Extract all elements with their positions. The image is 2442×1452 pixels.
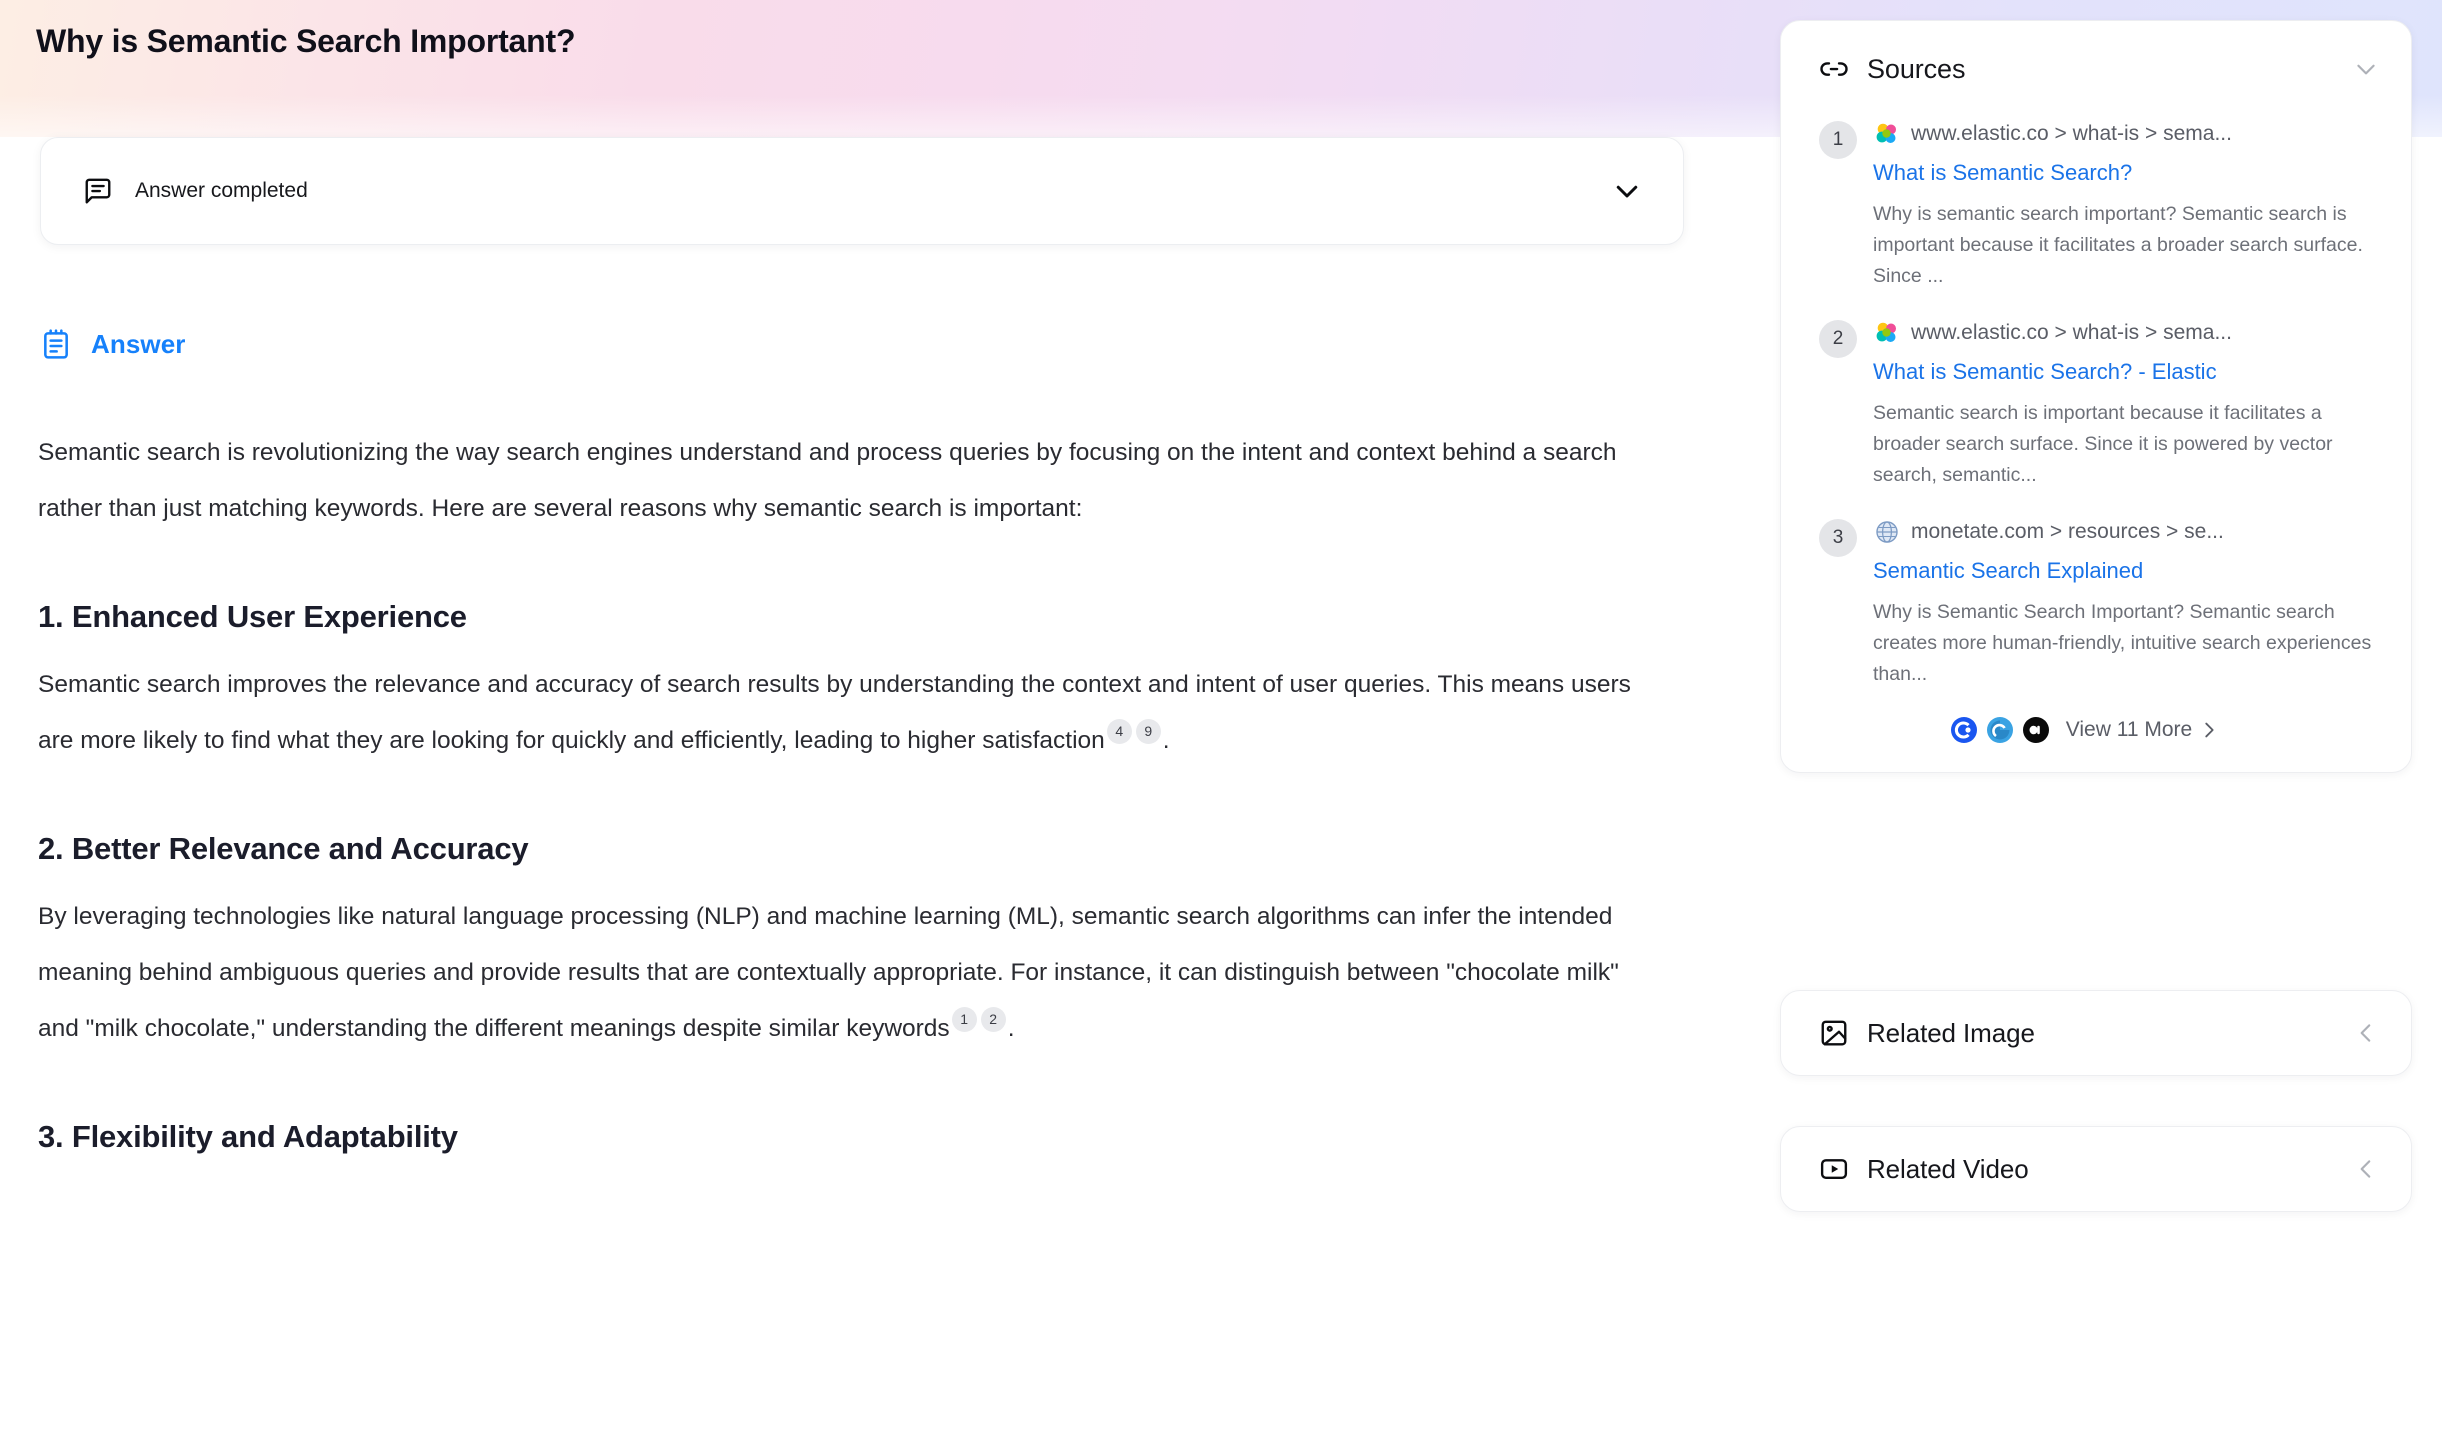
answer-status-label: Answer completed	[135, 179, 308, 202]
citation-badge[interactable]: 4	[1106, 718, 1132, 744]
related-image-card[interactable]: Related Image	[1780, 990, 2412, 1076]
section-heading-3: 3. Flexibility and Adaptability	[38, 1119, 458, 1154]
citation-badge[interactable]: 9	[1135, 718, 1161, 744]
globe-favicon	[1873, 518, 1901, 546]
answer-status-card[interactable]: Answer completed	[40, 137, 1684, 245]
related-video-title: Related Video	[1867, 1153, 2029, 1184]
oracle-favicon	[2022, 716, 2050, 744]
source-snippet: Why is semantic search important? Semant…	[1873, 203, 2363, 287]
sources-list: 1 www.elastic.co > what-is > sema... Wha…	[1781, 119, 2411, 690]
elastic-favicon	[1873, 120, 1901, 148]
answer-intro-paragraph: Semantic search is revolutionizing the w…	[38, 439, 1617, 522]
source-domain: monetate.com > resources > se...	[1911, 520, 2224, 543]
chevron-down-icon[interactable]	[2353, 56, 2379, 82]
link-icon	[1819, 54, 1849, 84]
source-item[interactable]: 3 monetate.com > resources > se... Seman…	[1781, 517, 2411, 690]
section-1-text: Semantic search improves the relevance a…	[38, 671, 1631, 754]
related-video-card[interactable]: Related Video	[1780, 1126, 2412, 1212]
sources-title: Sources	[1867, 53, 1966, 84]
answer-status-left: Answer completed	[83, 176, 1605, 206]
section-2-text-after: .	[1007, 1015, 1015, 1042]
source-number: 2	[1819, 320, 1857, 358]
related-image-title: Related Image	[1867, 1017, 2035, 1048]
source-domain: www.elastic.co > what-is > sema...	[1911, 122, 2232, 145]
message-square-text-icon	[83, 176, 113, 206]
sidebar-column: Sources 1 www.elastic.co > what-is > sem…	[1780, 0, 2442, 1452]
section-2-text: By leveraging technologies like natural …	[38, 903, 1619, 1042]
source-title-link[interactable]: Semantic Search Explained	[1873, 556, 2375, 586]
image-icon	[1819, 1018, 1849, 1048]
chevron-right-icon	[2198, 719, 2220, 741]
more-sources-favicons	[1950, 716, 2050, 744]
source-body: www.elastic.co > what-is > sema... What …	[1873, 318, 2375, 491]
section-paragraph-2: By leveraging technologies like natural …	[38, 889, 1653, 1057]
source-number: 3	[1819, 519, 1857, 557]
sources-card: Sources 1 www.elastic.co > what-is > sem…	[1780, 20, 2412, 773]
section-paragraph-1: Semantic search improves the relevance a…	[38, 657, 1653, 769]
notepad-icon	[40, 328, 72, 360]
main-content-column: Why is Semantic Search Important? Answer…	[0, 0, 1780, 1452]
view-more-label: View 11 More	[2065, 718, 2193, 741]
source-domain: www.elastic.co > what-is > sema...	[1911, 321, 2232, 344]
section-1-text-after: .	[1162, 727, 1170, 754]
page-title: Why is Semantic Search Important?	[36, 23, 576, 59]
coveo-favicon	[1950, 716, 1978, 744]
algolia-favicon	[1986, 716, 2014, 744]
answer-heading: Answer	[91, 328, 186, 359]
source-title-link[interactable]: What is Semantic Search? - Elastic	[1873, 357, 2375, 387]
source-snippet: Why is Semantic Search Important? Semant…	[1873, 601, 2372, 685]
video-play-icon	[1819, 1154, 1849, 1184]
chevron-down-icon[interactable]	[1605, 169, 1649, 213]
source-body: monetate.com > resources > se... Semanti…	[1873, 517, 2375, 690]
answer-page: Why is Semantic Search Important? Answer…	[0, 0, 2442, 1452]
section-heading-1: 1. Enhanced User Experience	[38, 599, 467, 634]
source-number: 1	[1819, 121, 1857, 159]
view-more-label-wrap: View 11 More	[2066, 718, 2220, 742]
chevron-left-icon[interactable]	[2353, 1156, 2379, 1182]
chevron-left-icon[interactable]	[2353, 1020, 2379, 1046]
source-title-link[interactable]: What is Semantic Search?	[1873, 158, 2375, 188]
citation-badge[interactable]: 1	[951, 1006, 977, 1032]
view-more-sources-button[interactable]: View 11 More	[1781, 716, 2411, 744]
source-item[interactable]: 2 www.elastic.co > what-is > sema... Wha…	[1781, 318, 2411, 491]
section-heading-2: 2. Better Relevance and Accuracy	[38, 831, 529, 866]
source-item[interactable]: 1 www.elastic.co > what-is > sema... Wha…	[1781, 119, 2411, 292]
source-snippet: Semantic search is important because it …	[1873, 402, 2333, 486]
answer-section-header: Answer	[40, 328, 186, 360]
source-domain-row: www.elastic.co > what-is > sema...	[1873, 318, 2375, 348]
source-domain-row: www.elastic.co > what-is > sema...	[1873, 119, 2375, 149]
source-body: www.elastic.co > what-is > sema... What …	[1873, 119, 2375, 292]
source-domain-row: monetate.com > resources > se...	[1873, 517, 2375, 547]
citation-badge[interactable]: 2	[980, 1006, 1006, 1032]
elastic-favicon	[1873, 319, 1901, 347]
sources-card-header[interactable]: Sources	[1781, 43, 2411, 95]
answer-article: Semantic search is revolutionizing the w…	[38, 425, 1668, 1177]
